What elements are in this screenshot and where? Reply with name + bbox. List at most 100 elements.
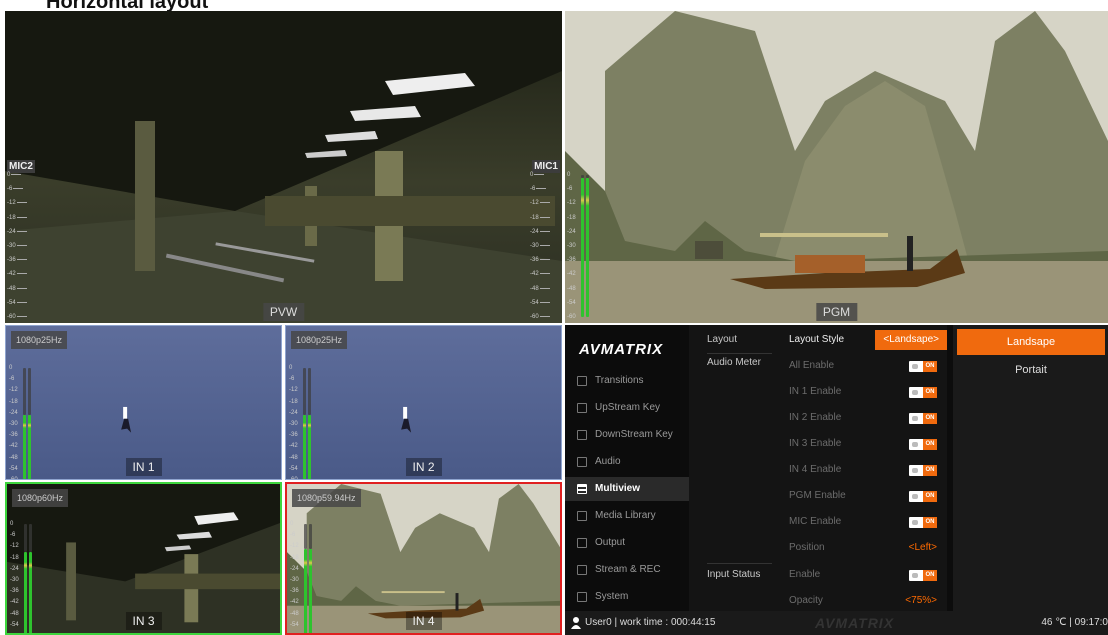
- mic-enable-toggle[interactable]: ON: [909, 517, 937, 528]
- in4-enable-row[interactable]: IN 4 Enable ON: [689, 457, 947, 483]
- in3-enable-label: IN 3 Enable: [789, 438, 842, 449]
- meter-level-bar: [29, 552, 32, 633]
- position-row[interactable]: Position <Left>: [689, 535, 947, 561]
- option-portait[interactable]: Portait: [957, 357, 1105, 383]
- in2-enable-toggle[interactable]: ON: [909, 413, 937, 424]
- toggle-knob: [912, 390, 918, 395]
- meter-level-bar: [581, 177, 584, 317]
- input-3-label: IN 3: [125, 612, 162, 630]
- meter-tick-label: -54: [289, 465, 298, 472]
- meter-tick-label: -30: [289, 421, 298, 427]
- in1-enable-row[interactable]: IN 1 Enable ON: [689, 379, 947, 405]
- input-3-resolution: 1080p60Hz: [12, 489, 69, 507]
- nav-item-multiview[interactable]: Multiview: [565, 477, 700, 501]
- all-enable-label: All Enable: [789, 360, 835, 371]
- meter-tick-label: -36: [7, 257, 27, 263]
- input-2-label: IN 2: [405, 458, 442, 476]
- meter-track: [29, 524, 32, 552]
- nav-label: Output: [595, 537, 626, 548]
- nav-item-stream-rec[interactable]: Stream & REC: [565, 558, 690, 582]
- all-enable-toggle[interactable]: ON: [909, 361, 937, 372]
- in3-enable-toggle[interactable]: ON: [909, 439, 937, 450]
- pvw-label: PVW: [262, 303, 305, 321]
- meter-tick-label: -6: [9, 376, 15, 383]
- in1-enable-toggle[interactable]: ON: [909, 387, 937, 398]
- meter-tick-label: -30: [290, 577, 299, 583]
- meter-tick-label: -36: [290, 588, 299, 595]
- layout-style-label: Layout Style: [789, 334, 845, 345]
- multiview-settings-panel: Layout Layout Style <Landsape> Audio Met…: [689, 325, 947, 611]
- nav-item-audio[interactable]: Audio: [565, 450, 690, 474]
- avmatrix-logo: AVMATRIX: [579, 341, 664, 358]
- meter-tick-label: -24: [9, 409, 18, 416]
- nav-item-media-library[interactable]: Media Library: [565, 504, 690, 528]
- meter-tick-label: -48: [7, 286, 27, 292]
- avmatrix-watermark: AVMATRIX: [815, 615, 895, 631]
- toggle-on-text: ON: [923, 570, 937, 581]
- multiview-icon: [577, 484, 587, 494]
- layout-style-row[interactable]: Layout Layout Style <Landsape>: [689, 327, 947, 353]
- nav-item-transitions[interactable]: Transitions: [565, 369, 690, 393]
- meter-tick-label: -6: [567, 186, 573, 193]
- meter-level-bar: [24, 552, 27, 633]
- in2-enable-row[interactable]: IN 2 Enable ON: [689, 405, 947, 431]
- stream-rec-icon: [577, 565, 587, 575]
- meter-tick-label: -12: [567, 200, 576, 207]
- nav-item-downstream-key[interactable]: DownStream Key: [565, 423, 690, 447]
- temperature-clock: 46 ℃ | 09:17:0: [1041, 617, 1108, 628]
- meter-tick-label: -30: [567, 243, 576, 249]
- meter-tick-label: -6: [10, 532, 16, 539]
- meter-tick-label: -18: [10, 554, 19, 561]
- nav-label: Multiview: [595, 483, 641, 494]
- meter-tick-label: -54: [290, 621, 299, 628]
- all-enable-row[interactable]: All Enable ON: [689, 353, 947, 379]
- input-4-monitor: 1080p59.94Hz 0 -6 -12 -18 -24 -30 -36 -42 -48 -54…: [285, 482, 562, 635]
- toggle-on-text: ON: [923, 517, 937, 528]
- meter-track: [24, 524, 27, 552]
- meter-tick-label: -12: [289, 387, 298, 394]
- nav-label: Transitions: [595, 375, 644, 386]
- meter-track: [23, 368, 26, 416]
- meter-tick-label: -60: [7, 314, 27, 320]
- meter-tick-label: -30: [10, 577, 19, 583]
- meter-tick-label: -42: [290, 599, 299, 606]
- meter-tick-label: -30: [7, 243, 27, 249]
- toggle-knob: [912, 364, 918, 369]
- nav-item-output[interactable]: Output: [565, 531, 690, 555]
- meter-tick-label: -42: [530, 271, 550, 277]
- mic-enable-row[interactable]: MIC Enable ON: [689, 509, 947, 535]
- pgm-enable-row[interactable]: PGM Enable ON: [689, 483, 947, 509]
- input-1-label: IN 1: [125, 458, 162, 476]
- layout-style-options: Landsape Portait: [953, 325, 1108, 611]
- input-status-enable-toggle[interactable]: ON: [909, 570, 937, 581]
- toggle-on-text: ON: [923, 465, 937, 476]
- in4-enable-toggle[interactable]: ON: [909, 465, 937, 476]
- meter-tick-label: -54: [10, 621, 19, 628]
- input-status-category: Input Status: [707, 569, 761, 580]
- meter-tick-label: -6: [289, 376, 295, 383]
- input-status-enable-row[interactable]: Input Status Enable ON: [689, 562, 947, 588]
- meter-tick-label: -54: [530, 300, 550, 306]
- meter-tick-label: -48: [289, 454, 298, 461]
- option-landsape[interactable]: Landsape: [957, 329, 1105, 355]
- meter-track: [581, 175, 584, 178]
- meter-tick-label: -12: [530, 200, 550, 206]
- in3-enable-row[interactable]: IN 3 Enable ON: [689, 431, 947, 457]
- nav-item-system[interactable]: System: [565, 585, 690, 609]
- pgm-enable-toggle[interactable]: ON: [909, 491, 937, 502]
- position-value[interactable]: <Left>: [909, 535, 937, 561]
- meter-tick-label: -54: [567, 299, 576, 306]
- meter-tick-label: -48: [10, 610, 19, 617]
- meter-tick-label: -24: [290, 565, 299, 572]
- meter-tick-label: 0: [530, 172, 545, 178]
- mic1-audio-meter: 0 -6 -12 -18 -24 -30 -36 -42 -48 -54 -60: [530, 172, 560, 320]
- nav-label: Media Library: [595, 510, 656, 521]
- meter-tick-label: -60: [530, 314, 550, 320]
- mic-enable-label: MIC Enable: [789, 516, 842, 527]
- layout-style-value[interactable]: <Landsape>: [875, 330, 947, 350]
- preview-scene-image: [5, 11, 562, 323]
- meter-level-bar: [308, 415, 311, 479]
- meter-level-bar: [309, 548, 312, 633]
- meter-level-bar: [586, 177, 589, 317]
- nav-item-upstream-key[interactable]: UpStream Key: [565, 396, 690, 420]
